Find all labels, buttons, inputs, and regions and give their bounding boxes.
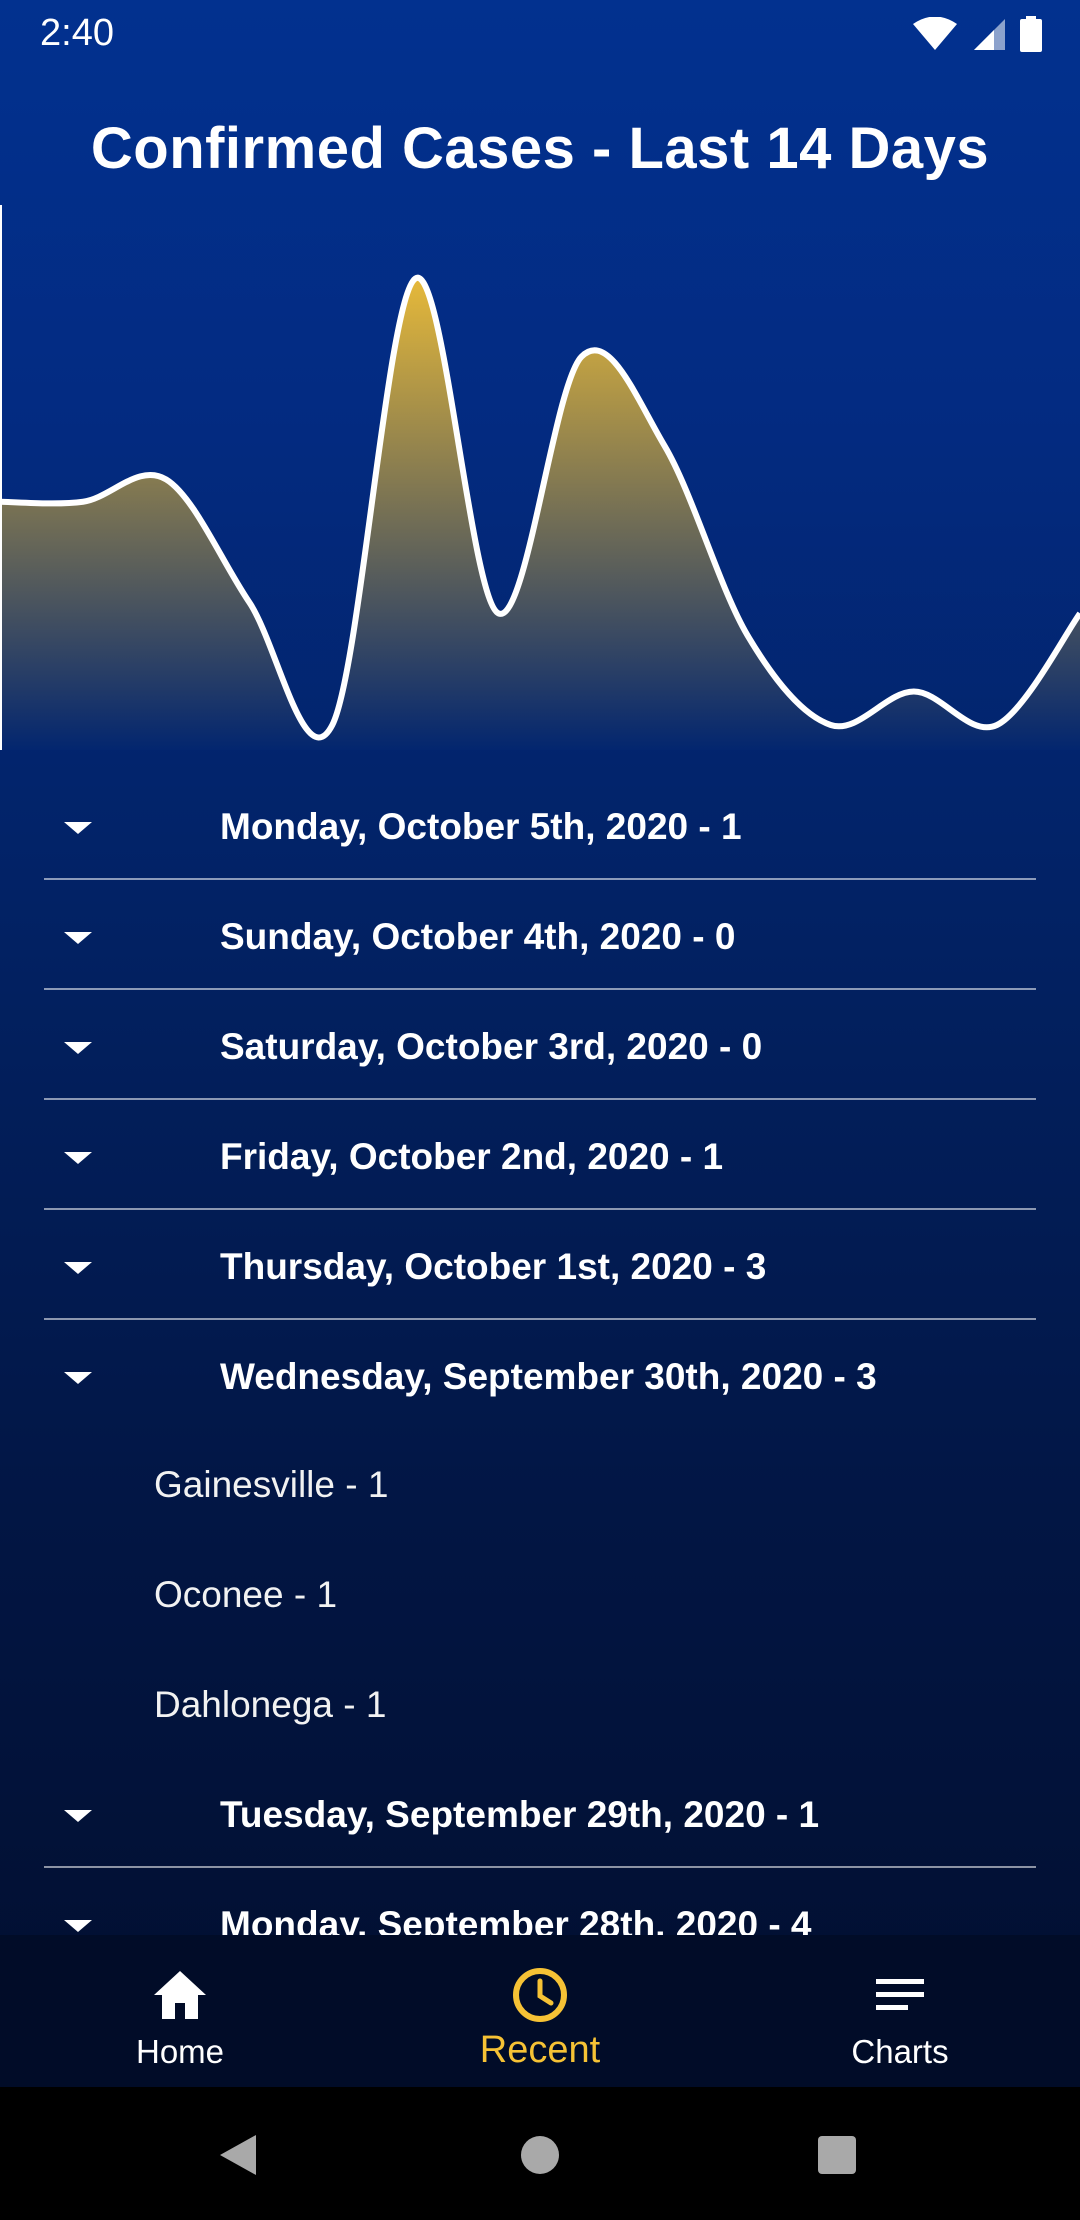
- chevron-down-icon: [64, 822, 92, 834]
- chevron-down-icon: [64, 1042, 92, 1054]
- day-group-label: Monday, September 28th, 2020 - 4: [220, 1904, 812, 1935]
- clock-icon: [513, 1968, 567, 2022]
- home-circle-icon[interactable]: [520, 2135, 560, 2175]
- day-group-header[interactable]: Thursday, October 1st, 2020 - 3: [44, 1210, 1036, 1320]
- day-group-header[interactable]: Monday, September 28th, 2020 - 4: [44, 1868, 1036, 1935]
- day-group-label: Sunday, October 4th, 2020 - 0: [220, 916, 736, 957]
- battery-icon: [1020, 16, 1042, 52]
- county-case-label: Dahlonega - 1: [154, 1684, 387, 1725]
- county-case-label: Gainesville - 1: [154, 1464, 389, 1505]
- chevron-down-icon: [64, 1372, 92, 1384]
- day-group-header[interactable]: Tuesday, September 29th, 2020 - 1: [44, 1758, 1036, 1868]
- county-case-item: Oconee - 1: [0, 1538, 1080, 1648]
- page-title: Confirmed Cases - Last 14 Days: [90, 116, 990, 181]
- back-icon[interactable]: [218, 2133, 258, 2177]
- day-group-header[interactable]: Friday, October 2nd, 2020 - 1: [44, 1100, 1036, 1210]
- nav-recent-label: Recent: [479, 2029, 601, 2071]
- system-navigation-bar: [0, 2087, 1080, 2220]
- county-case-item: Dahlonega - 1: [0, 1648, 1080, 1758]
- nav-recent[interactable]: Recent: [360, 1935, 720, 2087]
- county-case-item: Gainesville - 1: [0, 1428, 1080, 1538]
- recents-square-icon[interactable]: [817, 2135, 857, 2175]
- status-time: 2:40: [40, 12, 114, 54]
- day-group-label: Tuesday, September 29th, 2020 - 1: [220, 1794, 820, 1835]
- day-group-header[interactable]: Wednesday, September 30th, 2020 - 3: [44, 1320, 1036, 1428]
- status-bar: 2:40: [0, 0, 1080, 66]
- day-group-header[interactable]: Saturday, October 3rd, 2020 - 0: [44, 990, 1036, 1100]
- cell-signal-icon: [974, 19, 1005, 50]
- home-icon: [154, 1971, 206, 2019]
- nav-charts-label: Charts: [851, 2033, 949, 2070]
- day-group-label: Friday, October 2nd, 2020 - 1: [220, 1136, 724, 1177]
- chevron-down-icon: [64, 1920, 92, 1932]
- nav-home-label: Home: [135, 2033, 225, 2070]
- cases-area-fill: [0, 277, 1080, 750]
- chevron-down-icon: [64, 1810, 92, 1822]
- menu-lines-icon: [876, 1979, 924, 2010]
- chevron-down-icon: [64, 1152, 92, 1164]
- cases-area-chart: [0, 205, 1080, 750]
- chevron-down-icon: [64, 1262, 92, 1274]
- day-group-header[interactable]: Sunday, October 4th, 2020 - 0: [44, 880, 1036, 990]
- bottom-navigation: Home Recent Charts: [0, 1935, 1080, 2087]
- county-case-label: Oconee - 1: [154, 1574, 338, 1615]
- wifi-icon: [913, 17, 957, 50]
- day-group-label: Monday, October 5th, 2020 - 1: [220, 806, 742, 847]
- day-group-label: Wednesday, September 30th, 2020 - 3: [220, 1356, 877, 1397]
- status-icons: [912, 16, 1042, 52]
- daily-cases-list: Monday, October 5th, 2020 - 1 Sunday, Oct…: [0, 770, 1080, 1935]
- day-group-label: Thursday, October 1st, 2020 - 3: [220, 1246, 767, 1287]
- chevron-down-icon: [64, 932, 92, 944]
- nav-charts[interactable]: Charts: [720, 1935, 1080, 2087]
- day-group-header[interactable]: Monday, October 5th, 2020 - 1: [44, 770, 1036, 880]
- nav-home[interactable]: Home: [0, 1935, 360, 2087]
- day-group-label: Saturday, October 3rd, 2020 - 0: [220, 1026, 763, 1067]
